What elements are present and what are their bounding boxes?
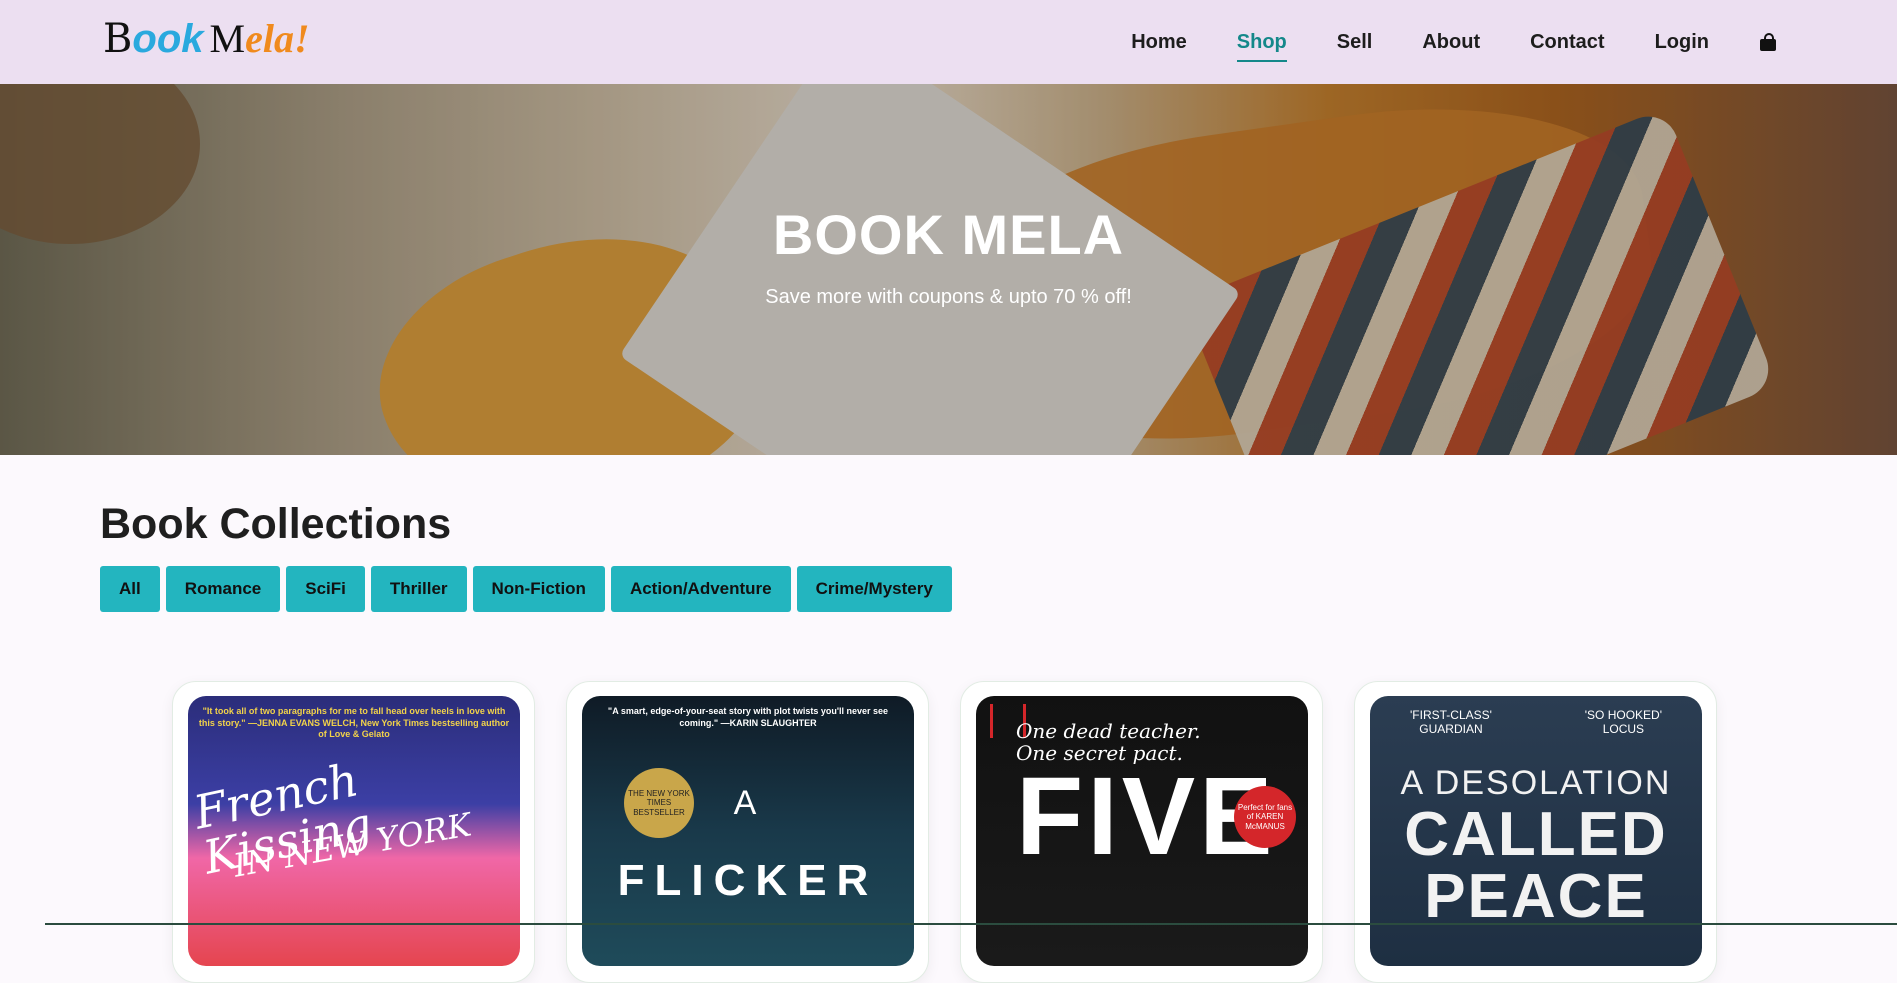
press-right-quote: 'SO HOOKED' [1584, 708, 1662, 722]
press-right-source: LOCUS [1602, 722, 1645, 737]
press-left-quote: 'FIRST-CLASS' [1410, 708, 1492, 722]
logo-ook: ook [132, 17, 204, 61]
cover-title-line1: A DESOLATION [1400, 764, 1672, 802]
top-navbar: B ook M ela! Home Shop Sell About Contac… [0, 0, 1897, 84]
filter-romance[interactable]: Romance [165, 566, 281, 612]
shopping-bag-icon[interactable] [1759, 33, 1777, 51]
cover-title-line3: PEACE [1424, 862, 1648, 931]
site-logo[interactable]: B ook M ela! [103, 14, 310, 64]
book-card[interactable]: One dead teacher. One secret pact. FIVE … [960, 681, 1323, 983]
logo-ela: ela! [245, 16, 310, 61]
collections-title: Book Collections [100, 500, 452, 548]
category-filters: All Romance SciFi Thriller Non-Fiction A… [100, 566, 958, 612]
nav-sell[interactable]: Sell [1337, 25, 1373, 60]
logo-b: B [103, 16, 133, 62]
filter-all[interactable]: All [100, 566, 160, 612]
logo-m: M [209, 16, 246, 61]
book-cover[interactable]: 'FIRST-CLASS' GUARDIAN 'SO HOOKED' LOCUS… [1370, 696, 1702, 966]
cover-title-line2: CALLED [1404, 800, 1668, 869]
nav-home[interactable]: Home [1131, 25, 1187, 60]
book-cover[interactable]: "A smart, edge-of-your-seat story with p… [582, 696, 914, 966]
press-quote-left: 'FIRST-CLASS' GUARDIAN [1410, 708, 1492, 737]
cover-badge: Perfect for fans of KAREN McMANUS [1234, 786, 1296, 848]
cover-tagline-line1: One dead teacher. [1016, 719, 1201, 743]
main-nav: Home Shop Sell About Contact Login [1081, 0, 1777, 84]
cover-title: A DESOLATION CALLED PEACE [1370, 766, 1702, 928]
nav-shop[interactable]: Shop [1236, 25, 1287, 62]
cover-title-line2: FLICKER [617, 856, 879, 905]
press-quote-right: 'SO HOOKED' LOCUS [1585, 708, 1662, 737]
book-cover[interactable]: "It took all of two paragraphs for me to… [188, 696, 520, 966]
bottom-divider [45, 923, 1897, 925]
hero-banner: BOOK MELA Save more with coupons & upto … [0, 84, 1897, 455]
filter-thriller[interactable]: Thriller [370, 566, 467, 612]
nav-about[interactable]: About [1422, 25, 1480, 60]
nav-login[interactable]: Login [1655, 25, 1709, 60]
filter-scifi[interactable]: SciFi [286, 566, 365, 612]
hero-title: BOOK MELA [772, 203, 1125, 266]
book-cover[interactable]: One dead teacher. One secret pact. FIVE … [976, 696, 1308, 966]
filter-action-adventure[interactable]: Action/Adventure [610, 566, 791, 612]
book-card[interactable]: 'FIRST-CLASS' GUARDIAN 'SO HOOKED' LOCUS… [1354, 681, 1717, 983]
book-card[interactable]: "It took all of two paragraphs for me to… [172, 681, 535, 983]
cover-title: A [733, 784, 763, 822]
hero-subtitle: Save more with coupons & upto 70 % off! [765, 286, 1132, 308]
filter-non-fiction[interactable]: Non-Fiction [472, 566, 605, 612]
book-grid: "It took all of two paragraphs for me to… [172, 681, 1748, 983]
filter-crime-mystery[interactable]: Crime/Mystery [796, 566, 952, 612]
press-left-source: GUARDIAN [1419, 722, 1483, 737]
cover-quote: "A smart, edge-of-your-seat story with p… [607, 706, 889, 728]
book-card[interactable]: "A smart, edge-of-your-seat story with p… [566, 681, 929, 983]
nav-contact[interactable]: Contact [1530, 25, 1604, 60]
